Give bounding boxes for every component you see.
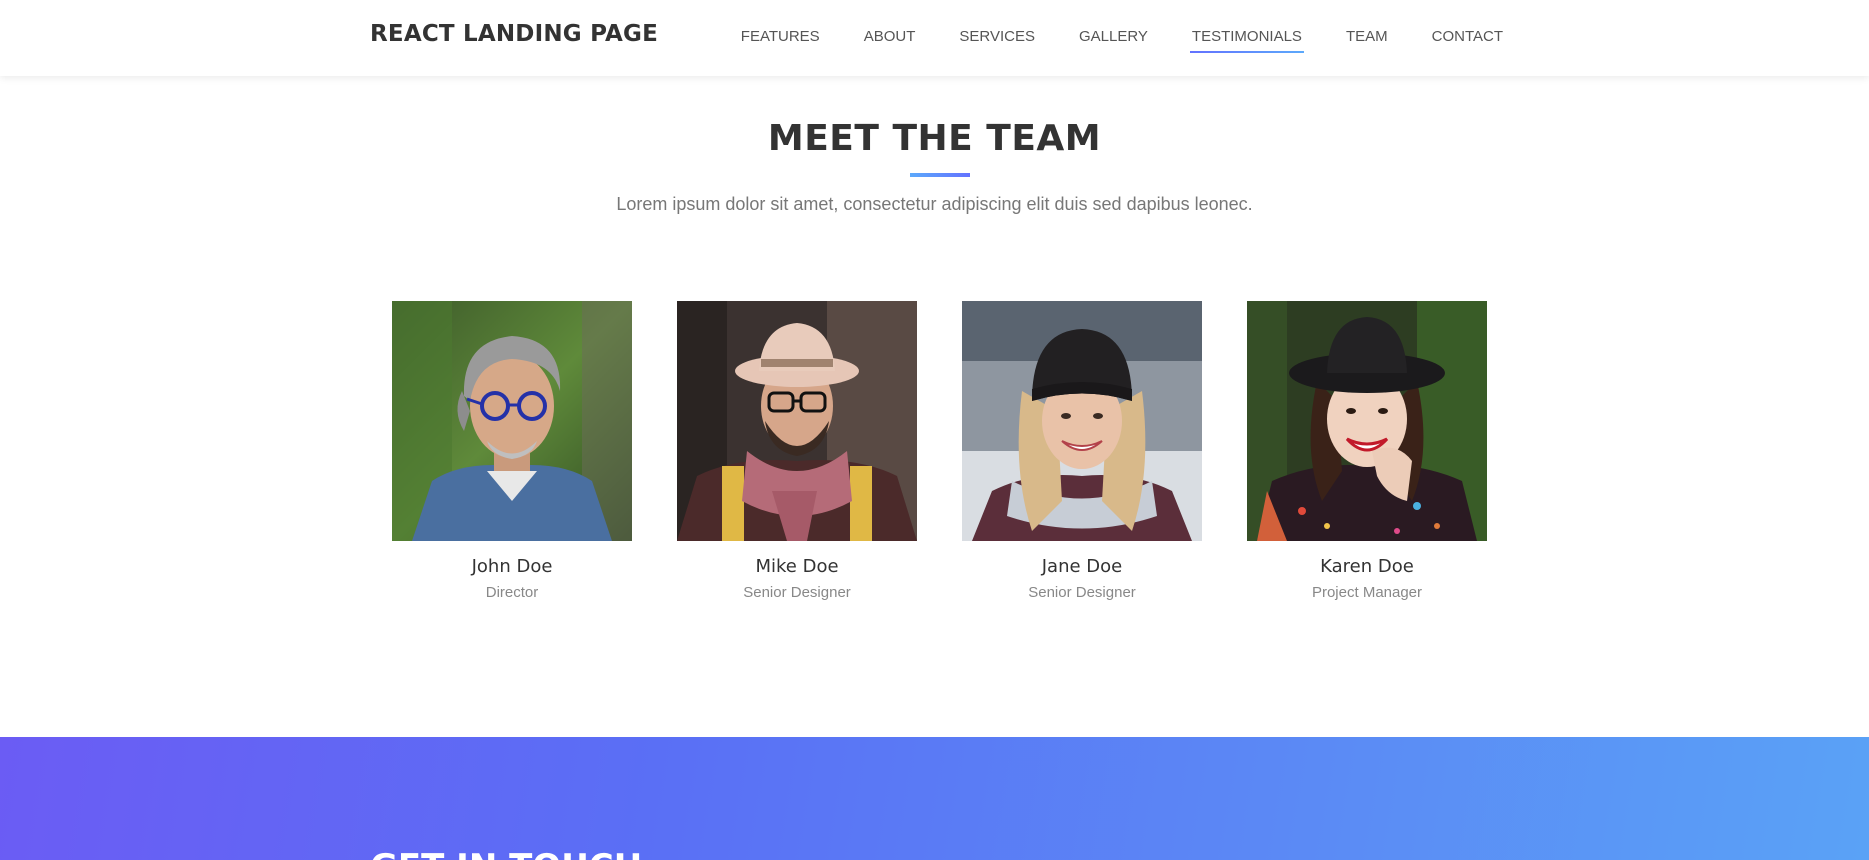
team-member: John Doe Director: [392, 301, 632, 601]
member-name: John Doe: [471, 556, 553, 577]
nav-item-about[interactable]: ABOUT: [864, 28, 916, 53]
nav-item-services[interactable]: SERVICES: [959, 28, 1035, 53]
member-name: Jane Doe: [1041, 556, 1123, 577]
brand-logo[interactable]: REACT LANDING PAGE: [370, 21, 658, 47]
contact-section: GET IN TOUCH: [0, 737, 1869, 860]
member-photo: [392, 301, 632, 541]
main-nav: FEATURES ABOUT SERVICES GALLERY TESTIMON…: [697, 28, 1503, 53]
nav-item-testimonials[interactable]: TESTIMONIALS: [1189, 28, 1304, 53]
contact-title: GET IN TOUCH: [370, 847, 642, 860]
nav-item-features[interactable]: FEATURES: [741, 28, 820, 53]
section-title: MEET THE TEAM: [767, 118, 1102, 159]
member-photo: [962, 301, 1202, 541]
team-member: Jane Doe Senior Designer: [962, 301, 1202, 601]
member-name: Karen Doe: [1320, 556, 1414, 577]
section-subtitle: Lorem ipsum dolor sit amet, consectetur …: [616, 194, 1253, 214]
member-role: Senior Designer: [743, 584, 851, 601]
member-role: Director: [485, 584, 539, 601]
member-photo: [1247, 301, 1487, 541]
member-role: Senior Designer: [1028, 584, 1136, 601]
nav-item-gallery[interactable]: GALLERY: [1079, 28, 1148, 53]
member-name: Mike Doe: [755, 556, 839, 577]
team-member: Karen Doe Project Manager: [1247, 301, 1487, 601]
member-role: Project Manager: [1311, 584, 1423, 601]
team-list: John Doe Director Mike Doe Senior Design…: [392, 301, 1487, 601]
member-photo: [677, 301, 917, 541]
nav-item-contact[interactable]: CONTACT: [1432, 28, 1503, 53]
nav-item-team[interactable]: TEAM: [1346, 28, 1388, 53]
title-underline: [910, 173, 970, 177]
team-member: Mike Doe Senior Designer: [677, 301, 917, 601]
navbar: REACT LANDING PAGE FEATURES ABOUT SERVIC…: [0, 0, 1869, 76]
